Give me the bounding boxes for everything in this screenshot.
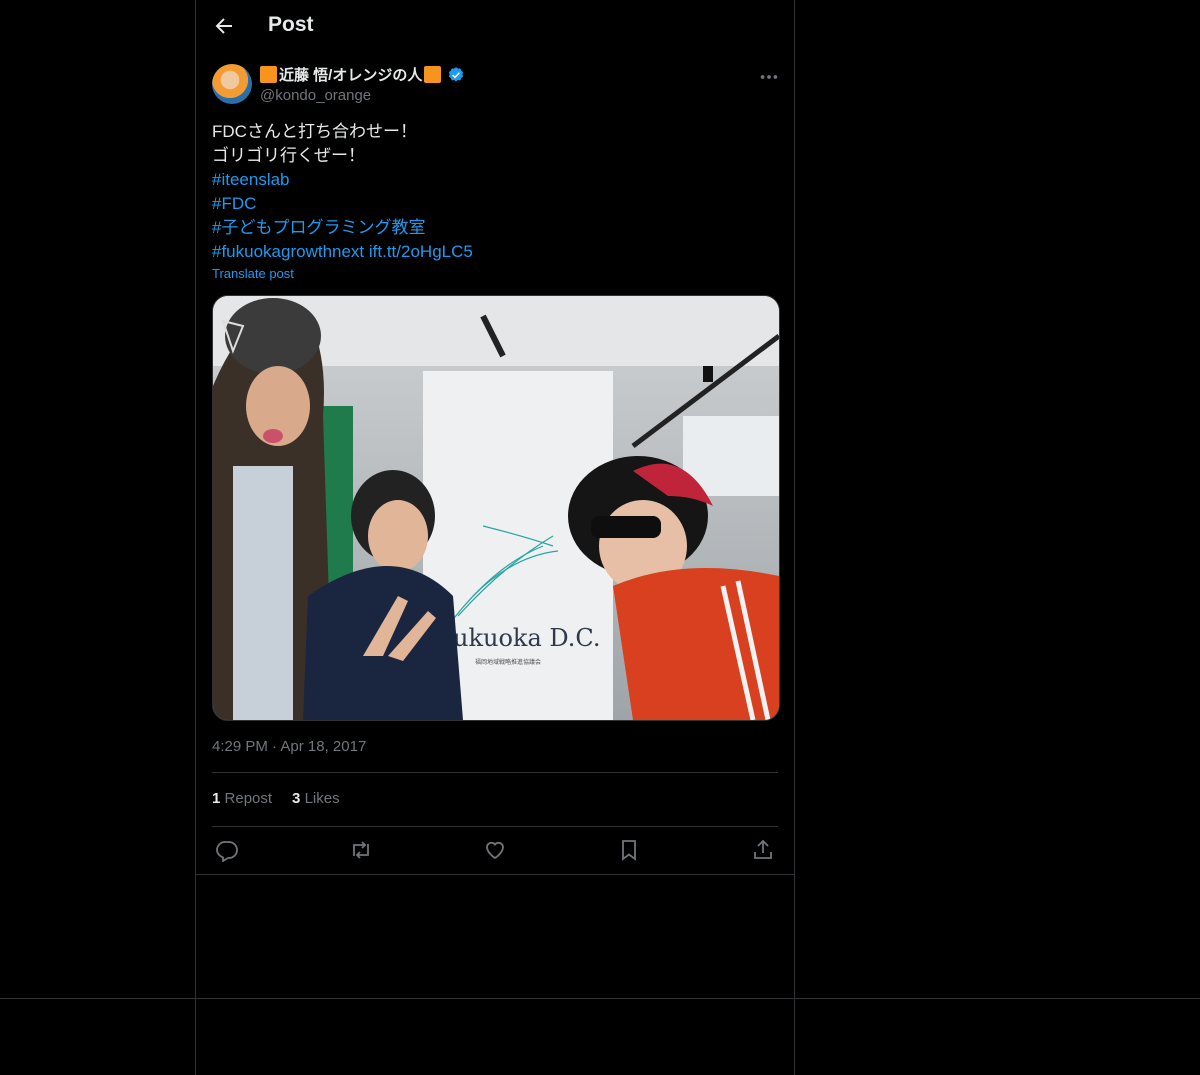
back-arrow-icon[interactable] [212, 14, 236, 38]
reposts-stat[interactable]: 1 Repost [212, 790, 272, 807]
primary-column: Post 近藤 悟/オレンジの人 @kondo_orange FDCさんと打ち合… [195, 0, 795, 1075]
hashtag-link[interactable]: #子どもプログラミング教室 [212, 218, 425, 237]
bookmark-icon[interactable] [617, 838, 641, 862]
author-name-row[interactable]: 近藤 悟/オレンジの人 [260, 64, 465, 85]
verified-badge-icon [447, 66, 465, 84]
tweet-timestamp[interactable]: 4:29 PM · Apr 18, 2017 [212, 738, 366, 755]
likes-label: Likes [304, 790, 340, 807]
likes-stat[interactable]: 3 Likes [292, 790, 340, 807]
divider [212, 772, 778, 773]
orange-square-icon [424, 66, 442, 83]
like-icon[interactable] [483, 838, 507, 862]
tweet-line: ゴリゴリ行くぜー！ [212, 146, 365, 165]
engagement-stats: 1 Repost 3 Likes [212, 790, 340, 807]
divider [212, 826, 778, 827]
hashtag-link[interactable]: #FDC [212, 194, 256, 213]
hashtag-link[interactable]: #iteenslab [212, 170, 290, 189]
tweet-text: FDCさんと打ち合わせー！ ゴリゴリ行くぜー！ #iteenslab #FDC … [212, 120, 778, 264]
orange-square-icon [260, 66, 277, 83]
translate-post-link[interactable]: Translate post [212, 266, 294, 281]
page-title: Post [268, 13, 314, 36]
avatar[interactable] [212, 64, 252, 104]
hashtag-link[interactable]: #fukuokagrowthnext [212, 242, 364, 261]
likes-count: 3 [292, 790, 301, 807]
divider [196, 874, 794, 875]
display-name: 近藤 悟/オレンジの人 [279, 67, 423, 84]
action-bar [212, 838, 778, 862]
reposts-count: 1 [212, 790, 221, 807]
photo-sign-subtext: 福岡地域戦略推進協議会 [475, 658, 541, 666]
tweet-photo[interactable]: F ukuoka D.C. 福岡地域戦略推進協議会 [212, 295, 780, 721]
date-text: Apr 18, 2017 [280, 738, 367, 755]
more-icon[interactable] [758, 66, 780, 88]
tweet-line: FDCさんと打ち合わせー！ [212, 122, 417, 141]
bottom-divider [0, 998, 1200, 999]
url-link[interactable]: ift.tt/2oHgLC5 [369, 242, 473, 261]
header: Post [196, 0, 794, 53]
photo-sign-text: ukuoka D.C. [453, 624, 601, 652]
author-handle[interactable]: @kondo_orange [260, 87, 371, 104]
time-text: 4:29 PM [212, 738, 268, 755]
reposts-label: Repost [224, 790, 273, 807]
repost-icon[interactable] [349, 838, 373, 862]
share-icon[interactable] [751, 838, 775, 862]
reply-icon[interactable] [215, 838, 239, 862]
separator-dot: · [272, 738, 278, 755]
